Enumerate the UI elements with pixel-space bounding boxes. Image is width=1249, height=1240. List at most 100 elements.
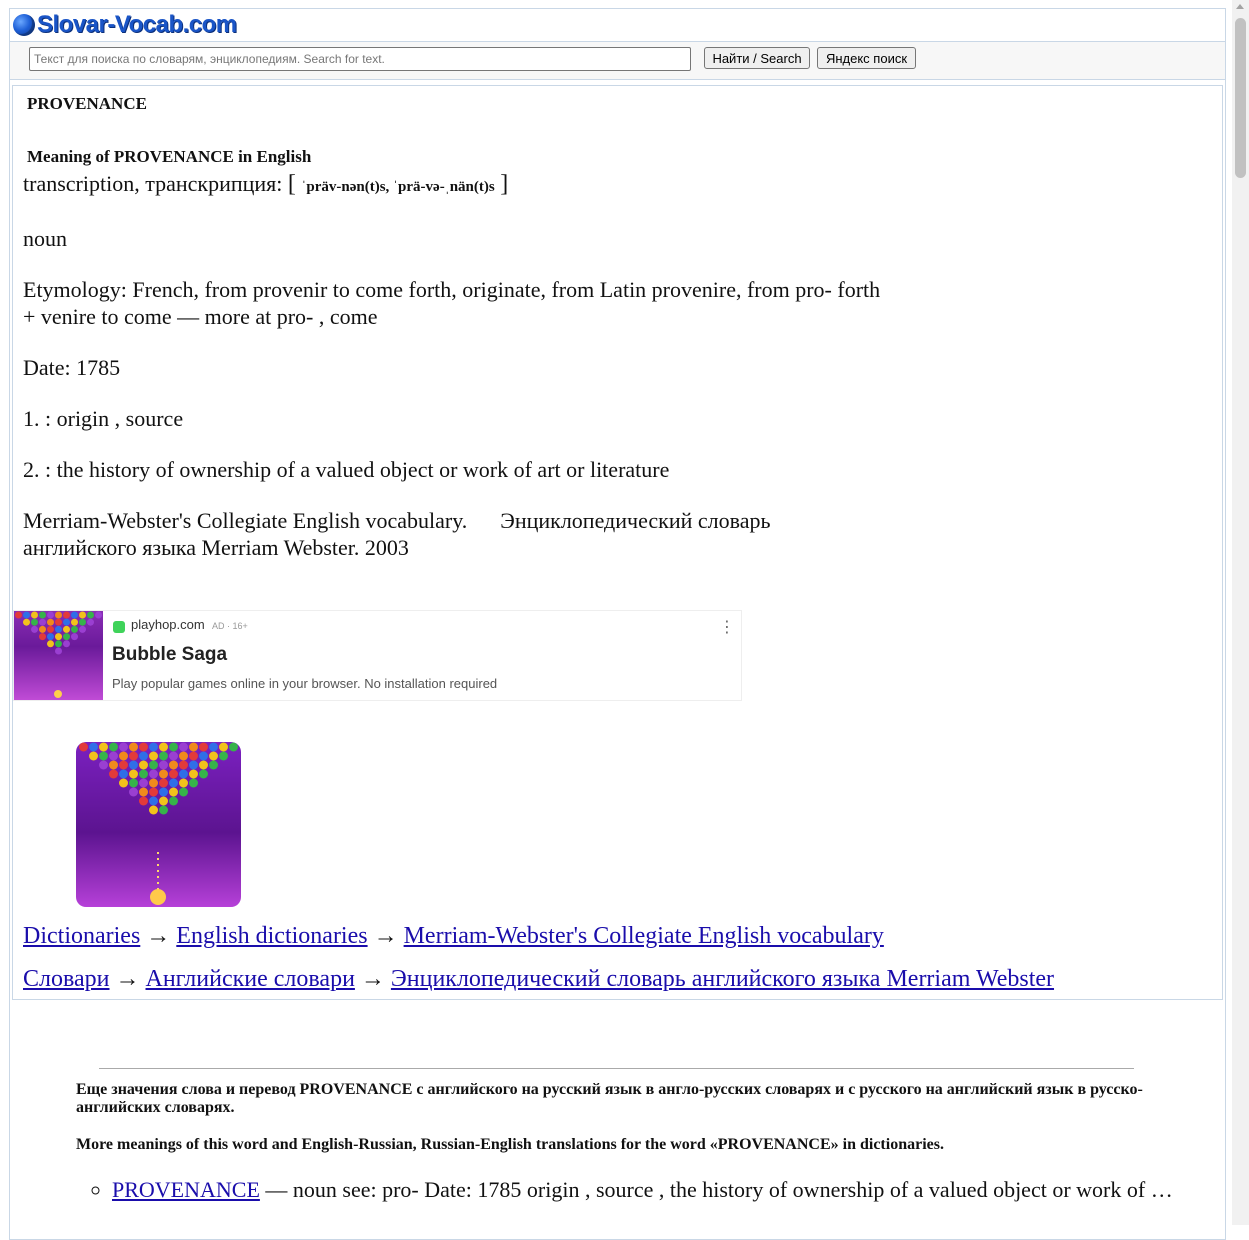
bubble	[179, 742, 188, 752]
bubble	[189, 769, 198, 779]
bubble	[209, 760, 218, 770]
bubble	[149, 751, 158, 761]
entry-article: transcription, транскрипция: [ ˈpräv-nən…	[23, 170, 883, 585]
bubble	[89, 742, 98, 752]
breadcrumb-ru: Словари → Английские словари → Энциклопедиче…	[23, 965, 1054, 993]
bubble	[99, 760, 108, 770]
more-meanings-heading-en: More meanings of this word and English-R…	[76, 1136, 944, 1153]
breadcrumb-link-slovari[interactable]: Словари	[23, 966, 110, 992]
transcription-line: transcription, транскрипция: [ ˈpräv-nən…	[23, 170, 883, 201]
more-meaning-link[interactable]: PROVENANCE	[112, 1177, 260, 1202]
more-meaning-snippet: — noun see: pro- Date: 1785 origin , sou…	[259, 1177, 1173, 1202]
arrow-icon: →	[115, 966, 140, 992]
breadcrumb-link-encyclopedic-dictionary[interactable]: Энциклопедический словарь английского яз…	[391, 966, 1054, 992]
bubble	[179, 751, 188, 761]
breadcrumb-link-merriam-webster[interactable]: Merriam-Webster's Collegiate English voc…	[404, 923, 884, 949]
bubble	[23, 611, 30, 619]
bubble	[189, 760, 198, 770]
bubble	[159, 787, 168, 797]
bubble	[159, 778, 168, 788]
bubble	[89, 751, 98, 761]
breadcrumb-link-dictionaries[interactable]: Dictionaries	[23, 923, 140, 949]
bubble	[99, 742, 108, 752]
bracket-open: [	[287, 171, 296, 197]
bubble	[169, 778, 178, 788]
site-header: Slovar-Vocab.com	[10, 9, 1225, 42]
bubble	[219, 742, 228, 752]
transcription-text: ˈpräv-nən(t)s, ˈprä-və-ˌnän(t)s	[301, 179, 495, 195]
bubble-game-icon	[79, 742, 238, 905]
ad-age-tag: AD · 16+	[212, 621, 248, 631]
bubble	[63, 618, 70, 626]
bubble	[149, 769, 158, 779]
bubble	[139, 787, 148, 797]
transcription-label: transcription, транскрипция:	[23, 171, 283, 196]
vertical-scrollbar[interactable]	[1232, 0, 1249, 1225]
scroll-up-arrow-icon[interactable]	[1236, 4, 1244, 9]
source-citation: Merriam-Webster's Collegiate English voc…	[23, 508, 777, 560]
playhop-icon	[113, 621, 125, 633]
bubble	[229, 742, 238, 752]
breadcrumb-link-angliyskie-slovari[interactable]: Английские словари	[146, 966, 355, 992]
bubble	[47, 618, 54, 626]
divider	[99, 1068, 1134, 1069]
bubble	[109, 769, 118, 779]
bubble	[55, 625, 62, 633]
ad-domain[interactable]: playhop.com	[131, 617, 205, 632]
date: Date: 1785	[23, 355, 121, 380]
bubble	[139, 796, 148, 806]
bubble	[119, 751, 128, 761]
bubble	[189, 751, 198, 761]
scrollbar-thumb[interactable]	[1235, 18, 1246, 178]
bubble	[139, 751, 148, 761]
site-logo[interactable]: Slovar-Vocab.com	[13, 11, 245, 39]
bubble	[55, 647, 62, 655]
bubble-game-thumbnail[interactable]	[14, 611, 103, 700]
bubble	[119, 769, 128, 779]
search-input[interactable]	[29, 47, 691, 71]
globe-icon	[13, 14, 35, 36]
bubble	[209, 751, 218, 761]
yandex-search-button[interactable]: Яндекс поиск	[817, 47, 916, 69]
ad-description: Play popular games online in your browse…	[112, 676, 498, 691]
bubble	[189, 742, 198, 752]
bubble	[39, 633, 46, 641]
bubble	[47, 611, 54, 619]
bubble	[209, 742, 218, 752]
bubble	[159, 796, 168, 806]
bubble	[109, 760, 118, 770]
list-item: PROVENANCE — noun see: pro- Date: 1785 o…	[112, 1177, 1192, 1203]
bubble	[39, 618, 46, 626]
ad-banner[interactable]: playhop.com AD · 16+ ⋮ Bubble Saga Play …	[13, 610, 742, 701]
bubble	[63, 640, 70, 648]
bubble	[149, 805, 158, 815]
bubble	[71, 633, 78, 641]
bubble	[159, 751, 168, 761]
bubble	[87, 611, 94, 619]
bubble	[169, 760, 178, 770]
bubble	[119, 760, 128, 770]
bubble	[179, 787, 188, 797]
bubble	[15, 611, 22, 619]
bubble	[179, 760, 188, 770]
bubble	[189, 778, 198, 788]
breadcrumb-link-english-dictionaries[interactable]: English dictionaries	[176, 923, 367, 949]
bubble	[159, 769, 168, 779]
bubble	[159, 805, 168, 815]
search-button[interactable]: Найти / Search	[704, 47, 810, 69]
bubble	[149, 787, 158, 797]
ad-title[interactable]: Bubble Saga	[112, 644, 227, 666]
ad-menu-icon[interactable]: ⋮	[719, 617, 735, 637]
bubble	[169, 787, 178, 797]
bubble	[219, 751, 228, 761]
bubble	[119, 778, 128, 788]
bubble	[159, 742, 168, 752]
bubble	[169, 742, 178, 752]
meaning-heading: Meaning of PROVENANCE in English	[27, 147, 312, 166]
bubble	[87, 618, 94, 626]
bubble	[169, 769, 178, 779]
bubble	[129, 769, 138, 779]
bubble	[129, 760, 138, 770]
bubble-game-image[interactable]	[76, 742, 241, 907]
bracket-close: ]	[500, 171, 509, 197]
